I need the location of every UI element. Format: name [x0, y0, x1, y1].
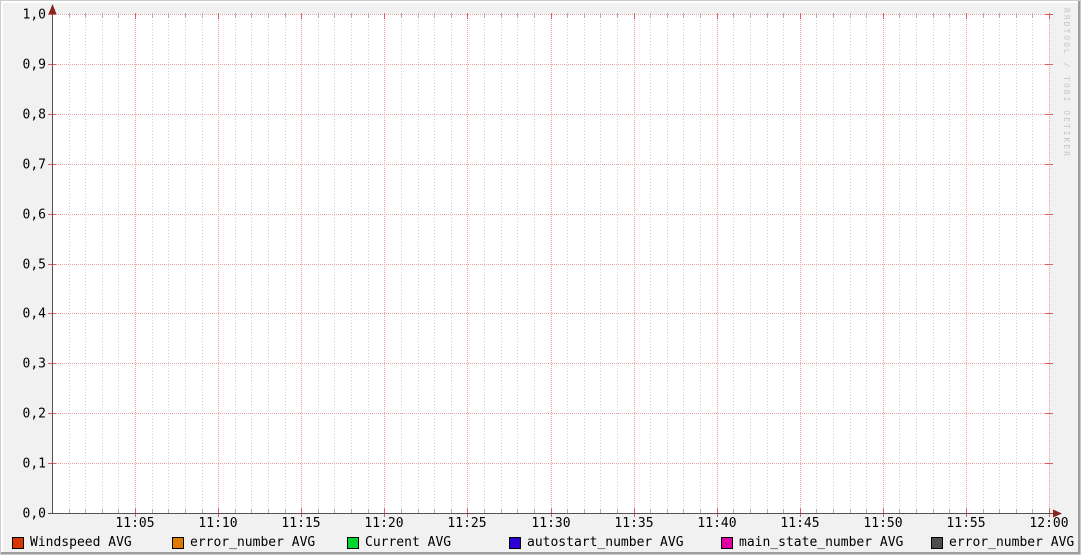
legend-item: Current AVG — [347, 535, 451, 550]
legend-swatch — [347, 536, 359, 549]
legend-swatch — [172, 536, 184, 549]
legend-item: main_state_number AVG — [721, 535, 903, 550]
watermark: RRDTOOL / TOBI OETIKER — [1062, 8, 1071, 158]
legend-label: error_number AVG — [949, 535, 1075, 550]
legend-label: Current AVG — [365, 535, 452, 550]
legend-swatch — [509, 536, 521, 549]
rrdtool-graph-image: { "watermark": "RRDTOOL / TOBI OETIKER",… — [0, 0, 1081, 555]
legend-swatch — [721, 536, 733, 549]
legend-label: autostart_number AVG — [527, 535, 684, 550]
legend-label: main_state_number AVG — [739, 535, 904, 550]
legend-swatch — [931, 536, 943, 549]
legend: Windspeed AVG error_number AVG Current AVG… — [0, 0, 1081, 555]
legend-label: error_number AVG — [190, 535, 316, 550]
legend-label: Windspeed AVG — [30, 535, 132, 550]
legend-item: Windspeed AVG — [12, 535, 132, 550]
legend-item: error_number AVG — [931, 535, 1074, 550]
legend-item: autostart_number AVG — [509, 535, 684, 550]
legend-swatch — [12, 536, 24, 549]
legend-item: error_number AVG — [172, 535, 315, 550]
